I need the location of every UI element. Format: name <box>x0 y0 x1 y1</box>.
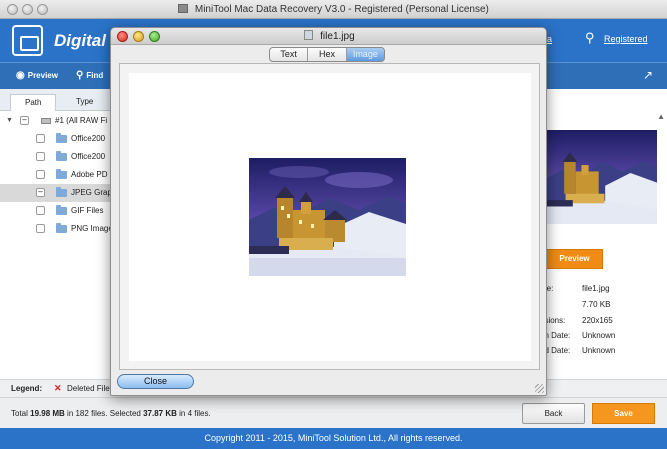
item-checkbox[interactable] <box>36 152 45 161</box>
preview-toolbar-button[interactable]: ◉ Preview <box>16 70 58 81</box>
status-prefix: Total <box>11 409 31 418</box>
eye-icon: ◉ <box>16 70 25 81</box>
dialog-titlebar: file1.jpg <box>111 28 546 45</box>
drive-icon <box>41 118 51 124</box>
window-zoom-button[interactable] <box>37 4 48 15</box>
app-document-icon <box>178 4 189 13</box>
window-controls <box>7 4 48 15</box>
tree-item-selected[interactable]: – JPEG Grap <box>0 184 127 202</box>
status-selected-size: 37.87 KB <box>143 409 177 418</box>
dialog-zoom-circle[interactable] <box>149 31 160 42</box>
item-checkbox-partial[interactable]: – <box>36 188 45 197</box>
tree-item[interactable]: Office200 <box>0 130 127 148</box>
app-logo-icon <box>12 25 43 56</box>
preview-toolbar-label: Preview <box>27 71 58 80</box>
dialog-close-circle[interactable] <box>117 31 128 42</box>
tab-type[interactable]: Type <box>62 94 107 111</box>
share-icon[interactable]: ↗ <box>643 68 653 82</box>
dialog-window-controls <box>117 31 160 42</box>
find-toolbar-button[interactable]: ⚲ Find <box>76 70 103 81</box>
preview-thumbnail <box>544 130 657 224</box>
status-suffix: files. <box>192 409 211 418</box>
back-button[interactable]: Back <box>522 403 585 424</box>
preview-button[interactable]: Preview <box>546 249 603 269</box>
key-icon: ⚲ <box>585 30 595 45</box>
tab-path[interactable]: Path <box>10 94 57 111</box>
preview-image <box>249 158 406 276</box>
castle-thumbnail-image <box>544 130 657 224</box>
registered-link[interactable]: Registered <box>604 34 648 44</box>
folder-icon <box>56 187 67 197</box>
item-checkbox[interactable] <box>36 224 45 233</box>
tree-root-row[interactable]: ▼ – #1 (All RAW Fi <box>0 112 127 130</box>
close-button[interactable]: Close <box>117 374 194 389</box>
file-icon <box>304 30 314 40</box>
tree-item[interactable]: PNG Image <box>0 220 127 238</box>
image-canvas <box>129 73 531 361</box>
window-minimize-button[interactable] <box>22 4 33 15</box>
deleted-x-icon: ✕ <box>54 383 62 393</box>
window-title: MiniTool Mac Data Recovery V3.0 - Regist… <box>194 4 489 15</box>
dialog-title: file1.jpg <box>320 31 355 42</box>
file-preview-dialog: file1.jpg Text Hex Image Close <box>110 27 547 396</box>
folder-icon <box>56 169 67 179</box>
legend-label: Legend: <box>11 384 43 393</box>
info-value: 220x165 <box>582 316 613 325</box>
status-in-1: in <box>64 409 76 418</box>
preview-frame <box>119 63 540 370</box>
window-close-button[interactable] <box>7 4 18 15</box>
window-titlebar: MiniTool Mac Data Recovery V3.0 - Regist… <box>0 0 667 19</box>
folder-icon <box>56 205 67 215</box>
item-checkbox[interactable] <box>36 134 45 143</box>
status-bar: Total 19.98 MB in 182 files. Selected 37… <box>0 397 667 428</box>
dialog-minimize-circle[interactable] <box>133 31 144 42</box>
expand-arrow-icon[interactable]: ▼ <box>6 112 13 130</box>
info-value: Unknown <box>582 346 616 355</box>
info-row: nsions: 220x165 <box>538 316 667 330</box>
item-checkbox[interactable] <box>36 170 45 179</box>
info-row: 7.70 KB <box>538 300 667 314</box>
tree-item[interactable]: Office200 <box>0 148 127 166</box>
tree-item[interactable]: GIF Files <box>0 202 127 220</box>
tab-text[interactable]: Text <box>270 48 309 61</box>
right-preview-panel: ▲ Preview me: file1.jpg 7.70 KB n <box>538 112 667 379</box>
status-files-selected: files. Selected <box>88 409 144 418</box>
info-value: file1.jpg <box>582 284 610 293</box>
tab-hex[interactable]: Hex <box>308 48 347 61</box>
copyright-footer: Copyright 2011 - 2015, MiniTool Solution… <box>0 428 667 449</box>
save-button[interactable]: Save <box>592 403 655 424</box>
info-row: ed Date: Unknown <box>538 346 667 360</box>
find-toolbar-label: Find <box>86 71 104 80</box>
tree-item[interactable]: Adobe PD <box>0 166 127 184</box>
legend-deleted-label: Deleted File <box>67 384 110 393</box>
info-row: me: file1.jpg <box>538 284 667 298</box>
view-mode-segmented-control: Text Hex Image <box>269 47 385 62</box>
folder-icon <box>56 223 67 233</box>
left-tabs: Path Type <box>0 89 127 111</box>
item-checkbox[interactable] <box>36 206 45 215</box>
left-panel: Path Type ▼ – #1 (All RAW Fi Office200 O… <box>0 89 127 379</box>
status-summary: Total 19.98 MB in 182 files. Selected 37… <box>11 409 211 418</box>
resize-grip-icon[interactable] <box>535 384 544 393</box>
castle-image <box>249 158 406 276</box>
status-total-size: 19.98 MB <box>30 409 65 418</box>
scroll-up-arrow-icon[interactable]: ▲ <box>657 112 665 121</box>
folder-icon <box>56 133 67 143</box>
tab-image[interactable]: Image <box>346 48 384 61</box>
status-total-files: 182 <box>75 409 89 418</box>
info-row: on Date: Unknown <box>538 331 667 345</box>
info-value: Unknown <box>582 331 616 340</box>
root-checkbox[interactable]: – <box>20 116 29 125</box>
status-in-2: in <box>176 409 188 418</box>
search-icon: ⚲ <box>76 70 84 81</box>
folder-icon <box>56 151 67 161</box>
info-value: 7.70 KB <box>582 300 611 309</box>
